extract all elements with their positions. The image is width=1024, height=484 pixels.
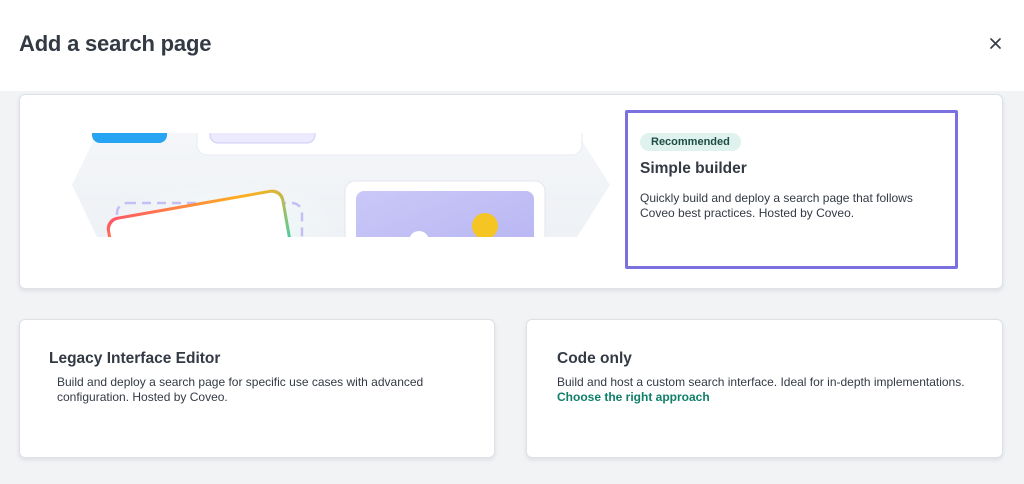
close-icon bbox=[989, 37, 1001, 49]
search-page-illustration bbox=[57, 133, 610, 237]
recommended-badge: Recommended bbox=[640, 133, 741, 151]
simple-builder-description: Quickly build and deploy a search page t… bbox=[640, 191, 913, 220]
close-button[interactable] bbox=[984, 32, 1006, 54]
code-only-title: Code only bbox=[557, 350, 632, 367]
legacy-description: Build and deploy a search page for speci… bbox=[57, 375, 424, 404]
modal-title: Add a search page bbox=[19, 31, 212, 56]
simple-builder-card[interactable]: Recommended Simple builder Quickly build… bbox=[19, 94, 1003, 289]
legacy-interface-editor-card[interactable]: Legacy Interface Editor Build and deploy… bbox=[19, 319, 495, 458]
simple-builder-option[interactable]: Recommended Simple builder Quickly build… bbox=[625, 110, 958, 269]
simple-builder-title: Simple builder bbox=[640, 160, 747, 177]
code-only-description-text: Build and host a custom search interface… bbox=[557, 375, 965, 389]
modal-header: Add a search page bbox=[0, 0, 1024, 91]
legacy-title: Legacy Interface Editor bbox=[49, 350, 221, 367]
modal-body: Recommended Simple builder Quickly build… bbox=[0, 91, 1024, 484]
code-only-card[interactable]: Code only Build and host a custom search… bbox=[526, 319, 1003, 458]
code-only-description: Build and host a custom search interface… bbox=[557, 375, 977, 405]
choose-approach-link[interactable]: Choose the right approach bbox=[557, 390, 710, 404]
